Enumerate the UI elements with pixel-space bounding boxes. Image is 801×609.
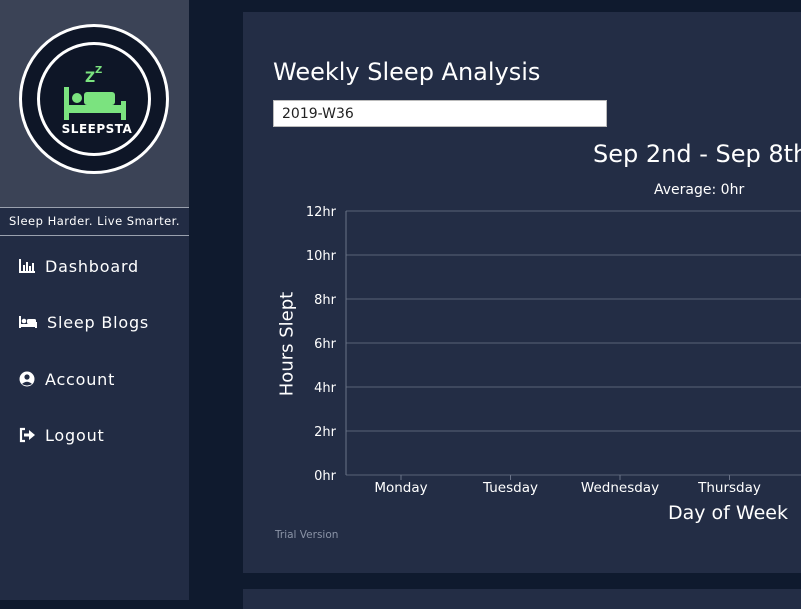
y-tick-label: 12hr xyxy=(306,205,337,220)
nav-item-sleep-blogs[interactable]: Sleep Blogs xyxy=(18,310,149,334)
nav-label-logout: Logout xyxy=(45,425,105,445)
secondary-card xyxy=(243,589,801,609)
user-circle-icon xyxy=(18,370,36,388)
nav-label-sleep-blogs: Sleep Blogs xyxy=(47,312,150,332)
weekly-analysis-card: Weekly Sleep Analysis Sep 2nd - Sep 8th … xyxy=(243,12,801,573)
x-tick-label: Thursday xyxy=(697,480,761,496)
y-tick-label: 0hr xyxy=(314,469,337,484)
x-tick-label: Wednesday xyxy=(581,480,659,496)
sleeping-bed-icon: Z Z xyxy=(64,65,126,120)
nav-label-dashboard: Dashboard xyxy=(45,256,140,276)
logo-area: Z Z SLEEPSTA xyxy=(0,0,189,207)
nav-item-logout[interactable]: Logout xyxy=(18,423,105,447)
logo-text: SLEEPSTA xyxy=(61,122,133,136)
bed-icon xyxy=(18,313,38,331)
sign-out-icon xyxy=(18,426,36,444)
nav-item-account[interactable]: Account xyxy=(18,367,115,391)
y-tick-label: 2hr xyxy=(314,425,337,440)
y-tick-label: 4hr xyxy=(314,381,337,396)
y-tick-label: 10hr xyxy=(306,249,337,264)
tagline: Sleep Harder. Live Smarter. xyxy=(0,207,189,236)
svg-text:Z: Z xyxy=(95,65,102,76)
x-tick-label: Tuesday xyxy=(482,480,538,496)
logo[interactable]: Z Z SLEEPSTA xyxy=(19,24,169,174)
nav-label-account: Account xyxy=(45,369,116,389)
x-tick-label: Monday xyxy=(374,480,427,496)
y-tick-label: 6hr xyxy=(314,337,337,352)
sidebar: Z Z SLEEPSTA Sleep Harder. Live Smarter. xyxy=(0,0,189,600)
bar-chart-icon xyxy=(18,257,36,275)
sleep-bar-chart: 0hr 2hr 4hr 6hr 8hr 10hr 12hr Monday Tuesday Wedn… xyxy=(306,205,801,496)
nav-item-dashboard[interactable]: Dashboard xyxy=(18,254,139,278)
y-tick-label: 8hr xyxy=(314,293,337,308)
logo-inner: Z Z SLEEPSTA xyxy=(37,42,151,156)
svg-text:Z: Z xyxy=(85,70,95,86)
